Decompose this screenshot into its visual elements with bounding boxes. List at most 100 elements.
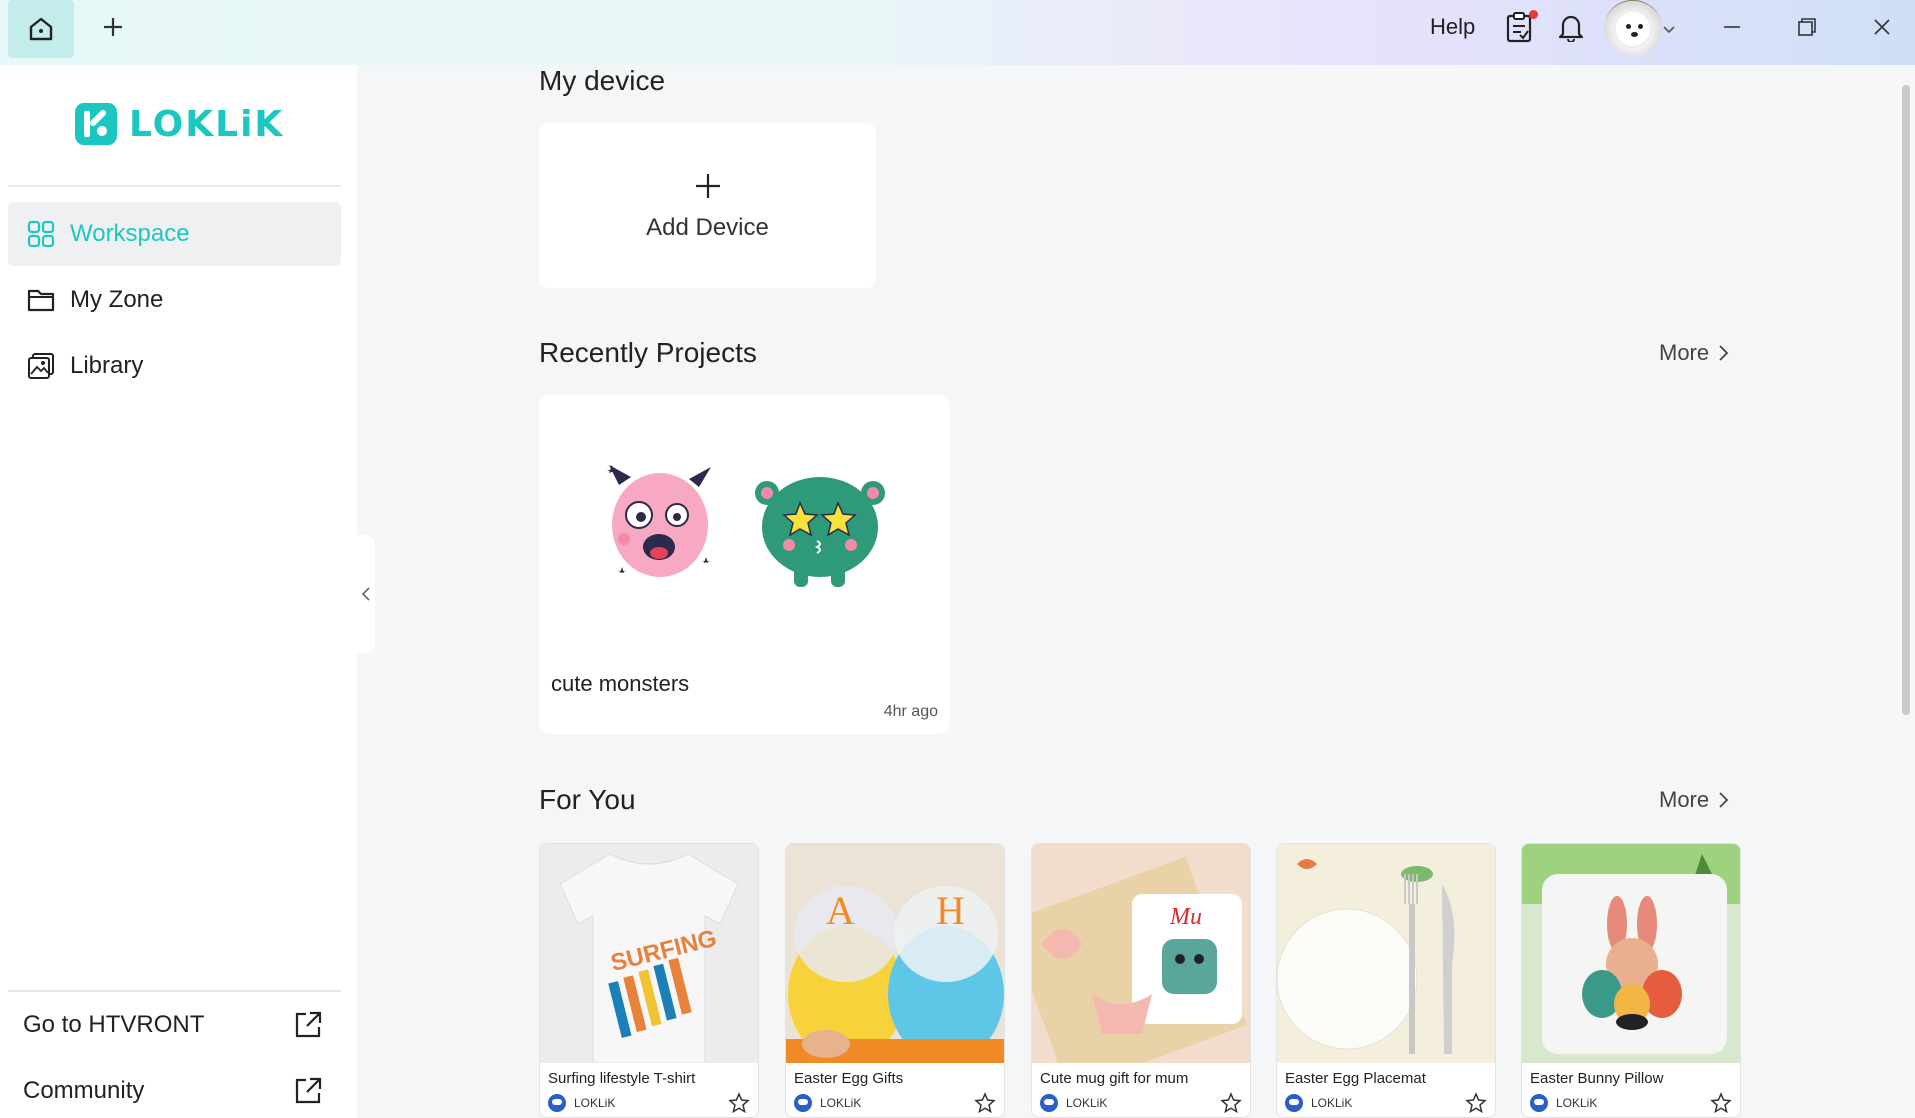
for-you-card[interactable]: A H Easter Egg Gifts LOKLiK — [785, 843, 1005, 1118]
notifications-button[interactable] — [1554, 10, 1588, 44]
thumbnail-surfing-tshirt: SURFING — [540, 844, 758, 1063]
more-label: More — [1659, 340, 1710, 365]
for-you-card-title: Surfing lifestyle T-shirt — [548, 1070, 696, 1087]
for-you-card[interactable]: Mu Cute mug gift for mum LOKLiK — [1031, 843, 1251, 1118]
author-avatar-icon — [794, 1094, 812, 1112]
favorite-star-icon[interactable] — [728, 1092, 750, 1114]
for-you-card-author: LOKLiK — [1040, 1094, 1107, 1112]
for-you-card-author: LOKLiK — [548, 1094, 615, 1112]
author-avatar-icon — [1040, 1094, 1058, 1112]
sidebar-item-label: Library — [70, 352, 144, 379]
author-name: LOKLiK — [1311, 1096, 1353, 1110]
sidebar-item-label: Workspace — [70, 220, 190, 247]
avatar[interactable] — [1604, 0, 1662, 56]
for-you-card[interactable]: SURFING Surfing lifestyle T-shirt LOKLiK — [539, 843, 759, 1118]
project-thumbnail — [607, 465, 885, 587]
add-device-card[interactable]: Add Device — [539, 123, 876, 288]
close-icon — [1874, 19, 1890, 35]
chevron-down-icon — [1663, 26, 1675, 34]
for-you-card-title: Easter Egg Gifts — [794, 1070, 904, 1087]
recent-more-link[interactable]: More — [1659, 340, 1729, 366]
favorite-star-icon[interactable] — [1220, 1092, 1242, 1114]
tasks-button[interactable] — [1502, 10, 1538, 44]
footer-link-label: Go to HTVRONT — [23, 1011, 205, 1038]
favorite-star-icon[interactable] — [974, 1092, 996, 1114]
author-avatar-icon — [548, 1094, 566, 1112]
for-you-card[interactable]: Easter Egg Placemat LOKLiK — [1276, 843, 1496, 1118]
home-icon — [29, 17, 53, 41]
my-device-title: My device — [539, 65, 666, 96]
author-name: LOKLiK — [820, 1096, 862, 1110]
chevron-right-icon — [1719, 792, 1729, 808]
minimize-button[interactable] — [1715, 10, 1749, 44]
author-name: LOKLiK — [1066, 1096, 1108, 1110]
avatar-face — [1614, 10, 1652, 48]
restore-icon — [1798, 18, 1816, 36]
external-link-icon — [295, 1077, 322, 1104]
more-label: More — [1659, 787, 1710, 812]
new-tab-button[interactable] — [96, 10, 130, 44]
logo-mark-icon — [75, 103, 117, 145]
plus-icon — [104, 18, 122, 36]
close-button[interactable] — [1865, 10, 1899, 44]
footer-link-label: Community — [23, 1077, 145, 1104]
grid-icon — [26, 219, 56, 249]
favorite-star-icon[interactable] — [1465, 1092, 1487, 1114]
logo-glyph — [84, 110, 107, 137]
svg-text:A: A — [826, 888, 855, 933]
title-bar: Help — [0, 0, 1915, 65]
account-dropdown[interactable] — [1659, 12, 1679, 46]
image-library-icon — [26, 351, 56, 381]
minimize-icon — [1724, 26, 1740, 28]
vertical-scrollbar[interactable] — [1902, 85, 1910, 715]
for-you-card-author: LOKLiK — [1530, 1094, 1597, 1112]
avatar-nose — [1631, 32, 1638, 37]
restore-button[interactable] — [1790, 10, 1824, 44]
recent-projects-title: Recently Projects — [539, 337, 757, 368]
sidebar-item-my-zone[interactable]: My Zone — [8, 268, 341, 332]
sidebar-item-library[interactable]: Library — [8, 334, 341, 398]
main-content: My device Add Device Recently Projects M… — [357, 65, 1897, 1118]
community-link[interactable]: Community — [23, 1071, 323, 1111]
svg-text:Mu: Mu — [1169, 904, 1202, 930]
for-you-card-author: LOKLiK — [794, 1094, 861, 1112]
thumbnail-easter-egg-gifts: A H — [786, 844, 1004, 1063]
avatar-eye-left — [1626, 24, 1631, 29]
for-you-card-author: LOKLiK — [1285, 1094, 1352, 1112]
author-avatar-icon — [1530, 1094, 1548, 1112]
thumbnail-mug-gift: Mu — [1032, 844, 1250, 1063]
for-you-card-title: Easter Egg Placemat — [1285, 1070, 1426, 1087]
thumbnail-easter-placemat — [1277, 844, 1495, 1063]
sidebar-item-label: My Zone — [70, 286, 164, 313]
sidebar-item-workspace[interactable]: Workspace — [8, 202, 341, 266]
chevron-right-icon — [1719, 345, 1729, 361]
brand-logo: LOKLiK — [75, 103, 284, 145]
external-link-icon — [295, 1011, 322, 1038]
pink-monster-illustration — [607, 465, 711, 577]
project-name: cute monsters — [551, 671, 690, 696]
for-you-card-title: Easter Bunny Pillow — [1530, 1070, 1664, 1087]
for-you-title: For You — [539, 784, 636, 815]
author-name: LOKLiK — [574, 1096, 616, 1110]
sidebar: LOKLiK Workspace My Zone Library Go to H… — [0, 65, 357, 1118]
for-you-card[interactable]: Easter Bunny Pillow LOKLiK — [1521, 843, 1741, 1118]
go-to-htvront-link[interactable]: Go to HTVRONT — [23, 1005, 323, 1045]
for-you-more-link[interactable]: More — [1659, 787, 1729, 813]
help-link[interactable]: Help — [1430, 14, 1475, 40]
folder-icon — [26, 285, 56, 315]
avatar-eye-right — [1638, 24, 1643, 29]
sidebar-divider — [8, 185, 341, 187]
for-you-card-title: Cute mug gift for mum — [1040, 1070, 1189, 1087]
sidebar-footer-divider — [8, 990, 341, 992]
bell-icon — [1558, 15, 1584, 42]
green-monster-illustration — [755, 477, 885, 587]
notification-dot — [1529, 10, 1538, 19]
project-time: 4hr ago — [883, 703, 938, 720]
svg-text:H: H — [936, 888, 965, 933]
project-card[interactable]: cute monsters 4hr ago — [539, 395, 950, 734]
thumbnail-bunny-pillow — [1522, 844, 1740, 1063]
logo-text: LOKLiK — [129, 103, 285, 145]
favorite-star-icon[interactable] — [1710, 1092, 1732, 1114]
home-tab[interactable] — [8, 0, 74, 58]
plus-icon — [693, 170, 723, 206]
